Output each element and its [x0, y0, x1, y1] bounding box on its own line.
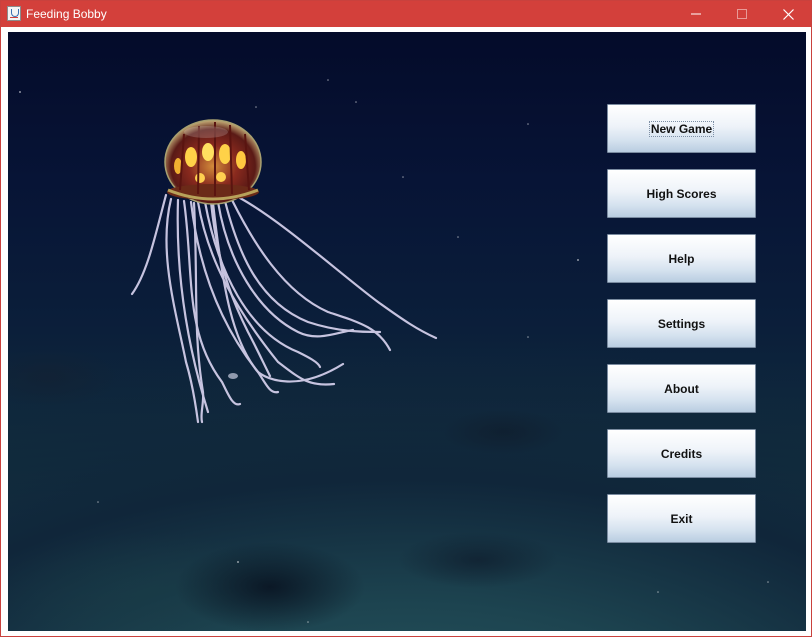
about-label: About	[664, 381, 699, 396]
help-button[interactable]: Help	[607, 234, 756, 283]
close-icon	[782, 8, 794, 20]
new-game-button[interactable]: New Game	[607, 104, 756, 153]
minimize-button[interactable]	[673, 1, 719, 27]
settings-button[interactable]: Settings	[607, 299, 756, 348]
new-game-label: New Game	[648, 120, 715, 137]
app-window: Feeding Bobby New Game High Scores Help …	[0, 0, 812, 637]
java-cup-icon[interactable]	[7, 6, 21, 21]
exit-button[interactable]: Exit	[607, 494, 756, 543]
exit-label: Exit	[670, 511, 693, 526]
maximize-button[interactable]	[719, 1, 765, 27]
high-scores-button[interactable]: High Scores	[607, 169, 756, 218]
title-bar[interactable]: Feeding Bobby	[1, 1, 811, 27]
minimize-icon	[691, 13, 701, 15]
high-scores-label: High Scores	[646, 186, 717, 201]
credits-button[interactable]: Credits	[607, 429, 756, 478]
about-button[interactable]: About	[607, 364, 756, 413]
help-label: Help	[668, 251, 695, 266]
close-button[interactable]	[765, 1, 811, 27]
settings-label: Settings	[657, 316, 706, 331]
maximize-icon	[737, 9, 747, 19]
credits-label: Credits	[660, 446, 703, 461]
window-title: Feeding Bobby	[26, 7, 107, 21]
